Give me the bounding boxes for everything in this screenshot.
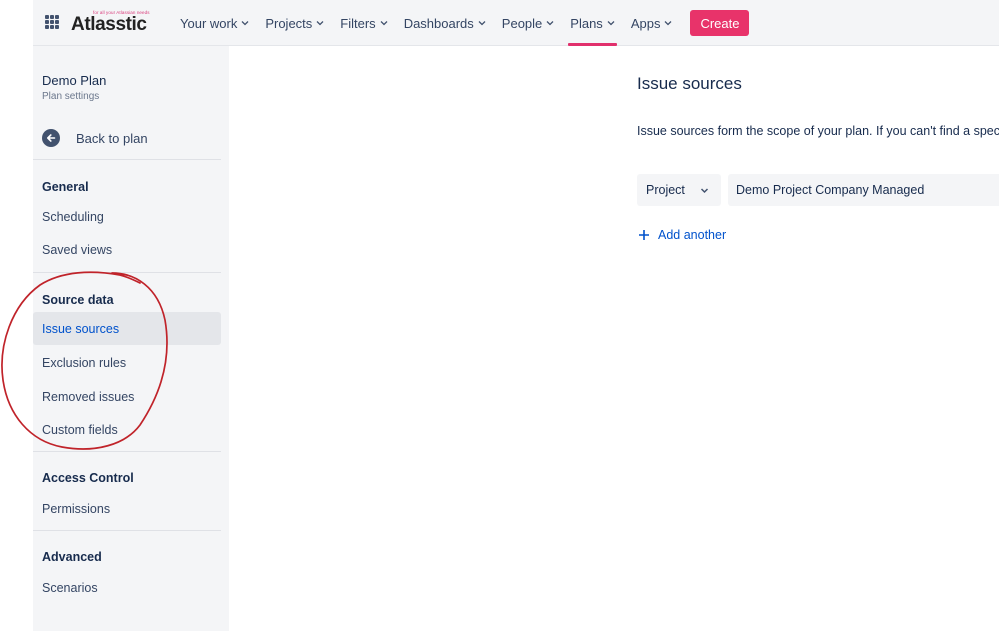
source-type-select[interactable]: Project <box>637 174 721 206</box>
atlasstic-logo[interactable]: for all your Atlassian needs Atlasstic <box>71 7 159 39</box>
nav-apps[interactable]: Apps <box>623 0 681 46</box>
nav-projects[interactable]: Projects <box>257 0 332 46</box>
primary-nav: Your work Projects Filters Dashboards Pe… <box>172 0 750 46</box>
nav-label: Plans <box>570 15 603 31</box>
add-another-label: Add another <box>658 228 727 242</box>
nav-plans[interactable]: Plans <box>562 0 623 46</box>
back-to-plan-label: Back to plan <box>76 130 148 146</box>
nav-label: Apps <box>630 15 661 31</box>
create-button[interactable]: Create <box>690 10 750 36</box>
page-title: Issue sources <box>637 74 742 93</box>
section-heading-advanced: Advanced <box>42 550 102 564</box>
sidebar-item-permissions[interactable]: Permissions <box>33 492 221 525</box>
plan-subtitle: Plan settings <box>42 91 100 102</box>
sidebar-item-scenarios[interactable]: Scenarios <box>33 571 221 604</box>
sidebar-item-exclusion-rules[interactable]: Exclusion rules <box>33 346 221 379</box>
chevron-down-icon <box>316 21 324 26</box>
source-type-value: Project <box>646 183 685 197</box>
plan-title: Demo Plan <box>42 73 107 88</box>
chevron-down-icon <box>380 21 388 26</box>
sidebar-divider <box>33 530 221 531</box>
sidebar-item-custom-fields[interactable]: Custom fields <box>33 413 221 446</box>
page-description: Issue sources form the scope of your pla… <box>637 124 999 138</box>
arrow-left-icon <box>42 129 60 147</box>
app-switcher-icon[interactable] <box>45 15 59 29</box>
sidebar-divider <box>33 451 221 452</box>
chevron-down-icon <box>241 21 249 26</box>
nav-people[interactable]: People <box>494 0 562 46</box>
sidebar-item-issue-sources[interactable]: Issue sources <box>33 312 221 345</box>
sidebar-item-saved-views[interactable]: Saved views <box>33 233 221 266</box>
sidebar-divider <box>33 272 221 273</box>
plan-settings-sidebar: Demo Plan Plan settings Back to plan Gen… <box>33 46 229 631</box>
back-to-plan-link[interactable]: Back to plan <box>42 128 148 148</box>
add-another-button[interactable]: Add another <box>638 226 726 244</box>
sidebar-divider <box>33 159 221 160</box>
section-heading-source-data: Source data <box>42 293 114 307</box>
nav-label: Projects <box>265 15 313 31</box>
top-navigation-bar: for all your Atlassian needs Atlasstic Y… <box>33 0 999 46</box>
chevron-down-icon <box>664 21 672 26</box>
source-project-select[interactable]: Demo Project Company Managed <box>728 174 999 206</box>
source-project-value: Demo Project Company Managed <box>736 183 925 197</box>
plus-icon <box>639 230 649 240</box>
left-margin <box>0 0 33 631</box>
section-heading-access-control: Access Control <box>42 471 134 485</box>
chevron-down-icon <box>700 188 709 194</box>
nav-dashboards[interactable]: Dashboards <box>396 0 494 46</box>
nav-label: Dashboards <box>403 15 474 31</box>
sidebar-item-removed-issues[interactable]: Removed issues <box>33 380 221 413</box>
logo-wordmark: Atlasstic <box>71 14 147 35</box>
sidebar-item-scheduling[interactable]: Scheduling <box>33 200 221 233</box>
section-heading-general: General <box>42 180 89 194</box>
nav-label: Your work <box>180 15 238 31</box>
nav-your-work[interactable]: Your work <box>172 0 257 46</box>
chevron-down-icon <box>478 21 486 26</box>
chevron-down-icon <box>546 21 554 26</box>
nav-label: Filters <box>340 15 376 31</box>
nav-label: People <box>501 15 543 31</box>
nav-filters[interactable]: Filters <box>332 0 395 46</box>
chevron-down-icon <box>607 21 615 26</box>
